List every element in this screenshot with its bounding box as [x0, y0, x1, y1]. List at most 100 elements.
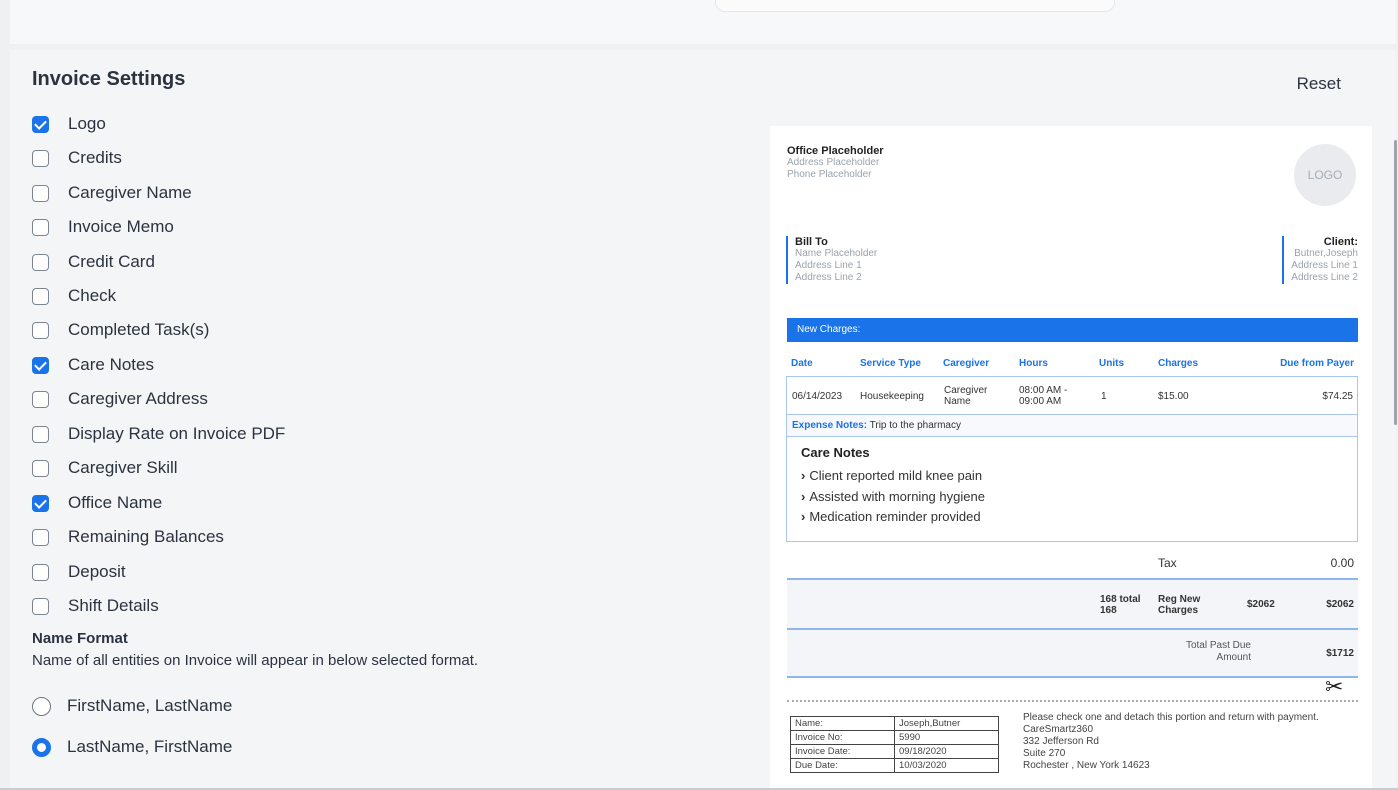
checkbox[interactable] [32, 356, 49, 374]
reg-new-charges-amount: $2062 [1247, 599, 1275, 610]
cell-service-type: Housekeeping [860, 391, 924, 402]
table-row: Due Date: 10/03/2020 [790, 758, 999, 773]
invoice-preview: Office Placeholder Address Placeholder P… [770, 126, 1372, 790]
totals-row: 168 total 168 Reg New Charges $2062 $2062 [787, 580, 1358, 628]
checkbox[interactable] [32, 494, 49, 512]
name-format-title: Name Format [32, 630, 128, 647]
option-label: Credits [68, 148, 122, 167]
option-office-name[interactable]: Office Name [32, 491, 162, 515]
client-line1: Address Line 1 [1291, 260, 1358, 271]
past-due-value: $1712 [1326, 648, 1354, 659]
checkbox[interactable] [32, 218, 49, 236]
col-caregiver: Caregiver [943, 358, 990, 369]
radio-button[interactable] [32, 737, 51, 757]
checkbox[interactable] [32, 528, 49, 546]
reset-button[interactable]: Reset [1297, 74, 1341, 94]
checkbox[interactable] [32, 390, 49, 408]
option-label: Display Rate on Invoice PDF [68, 424, 286, 443]
logo-placeholder: LOGO [1294, 144, 1356, 206]
checkbox[interactable] [32, 115, 49, 133]
reg-new-charges-total: $2062 [1326, 599, 1354, 610]
option-display-rate-on-invoice-pdf[interactable]: Display Rate on Invoice PDF [32, 422, 285, 446]
option-label: Deposit [68, 562, 126, 581]
col-hours: Hours [1019, 358, 1048, 369]
checkbox[interactable] [32, 287, 49, 305]
checkbox[interactable] [32, 184, 49, 202]
client-line2: Address Line 2 [1291, 272, 1358, 283]
option-invoice-memo[interactable]: Invoice Memo [32, 215, 174, 239]
cell-hours: 08:00 AM -09:00 AM [1019, 385, 1068, 407]
office-phone: Phone Placeholder [787, 169, 872, 180]
charges-table: 06/14/2023 Housekeeping Caregiver Name 08… [786, 376, 1358, 542]
bill-to-block: Bill To Name Placeholder Address Line 1 … [786, 236, 877, 284]
option-label: Check [68, 286, 117, 305]
col-due-from-payer: Due from Payer [1280, 358, 1354, 369]
option-credit-card[interactable]: Credit Card [32, 250, 155, 274]
option-credits[interactable]: Credits [32, 146, 122, 170]
detach-line [787, 700, 1358, 702]
care-note-item: Assisted with morning hygiene [801, 489, 985, 504]
option-label: Care Notes [68, 355, 154, 374]
checkbox[interactable] [32, 149, 49, 167]
past-due-row: Total Past Due Amount $1712 [787, 630, 1358, 676]
option-label: Remaining Balances [68, 527, 224, 546]
radio-firstname-lastname[interactable]: FirstName, LastName [32, 696, 232, 716]
cell-units: 1 [1101, 391, 1107, 402]
option-logo[interactable]: Logo [32, 112, 106, 136]
care-note-item: Client reported mild knee pain [801, 468, 982, 483]
table-row: 06/14/2023 Housekeeping Caregiver Name 08… [787, 377, 1357, 415]
office-address: Address Placeholder [787, 157, 880, 168]
col-charges: Charges [1158, 358, 1199, 369]
option-caregiver-address[interactable]: Caregiver Address [32, 387, 208, 411]
cell-charges: $15.00 [1158, 391, 1189, 402]
scrollbar[interactable] [1394, 140, 1397, 425]
office-name: Office Placeholder [787, 145, 884, 157]
radio-label: LastName, FirstName [67, 737, 233, 756]
expense-text: Trip to the pharmacy [869, 420, 961, 431]
checkbox[interactable] [32, 425, 49, 443]
bill-to-title: Bill To [795, 236, 828, 248]
col-date: Date [791, 358, 813, 369]
bill-to-line1: Address Line 1 [795, 260, 862, 271]
option-shift-details[interactable]: Shift Details [32, 594, 159, 618]
option-caregiver-name[interactable]: Caregiver Name [32, 181, 192, 205]
option-deposit[interactable]: Deposit [32, 560, 126, 584]
option-caregiver-skill[interactable]: Caregiver Skill [32, 456, 178, 480]
new-charges-header: New Charges: [787, 318, 1358, 342]
option-label: Office Name [68, 493, 163, 512]
checkbox[interactable] [32, 597, 49, 615]
option-check[interactable]: Check [32, 284, 116, 308]
col-service-type: Service Type [860, 358, 921, 369]
expense-notes: Expense Notes: Trip to the pharmacy [787, 415, 1357, 437]
checkbox[interactable] [32, 253, 49, 271]
care-notes-title: Care Notes [801, 445, 870, 460]
option-label: Credit Card [68, 252, 155, 271]
radio-label: FirstName, LastName [67, 696, 233, 715]
option-remaining-balances[interactable]: Remaining Balances [32, 525, 224, 549]
detach-table: Name: Joseph,Butner Invoice No: 5990 Invoi… [790, 716, 999, 773]
tax-label: Tax [1158, 556, 1177, 570]
table-row: Invoice Date: 09/18/2020 [790, 744, 999, 759]
divider [787, 676, 1358, 678]
bill-to-line2: Address Line 2 [795, 272, 862, 283]
radio-lastname-firstname[interactable]: LastName, FirstName [32, 737, 232, 757]
option-care-notes[interactable]: Care Notes [32, 353, 154, 377]
radio-button[interactable] [32, 696, 51, 716]
option-label: Invoice Memo [68, 217, 174, 236]
scissors-icon: ✂ [1325, 674, 1344, 699]
search-box[interactable] [715, 0, 1115, 12]
client-block: Client: Butner,Joseph Address Line 1 Add… [1282, 236, 1358, 284]
checkbox[interactable] [32, 321, 49, 339]
reg-new-charges-label: Reg New Charges [1158, 594, 1201, 616]
option-label: Caregiver Name [68, 183, 192, 202]
table-row: Name: Joseph,Butner [790, 716, 999, 731]
top-bar [10, 0, 1396, 44]
cell-caregiver: Caregiver Name [944, 385, 988, 407]
option-completed-task-s[interactable]: Completed Task(s) [32, 318, 209, 342]
checkbox[interactable] [32, 459, 49, 477]
table-row: Invoice No: 5990 [790, 730, 999, 745]
charges-table-header: Date Service Type Caregiver Hours Units … [787, 358, 1358, 372]
checkbox[interactable] [32, 563, 49, 581]
option-label: Caregiver Address [68, 389, 208, 408]
option-label: Logo [68, 114, 106, 133]
